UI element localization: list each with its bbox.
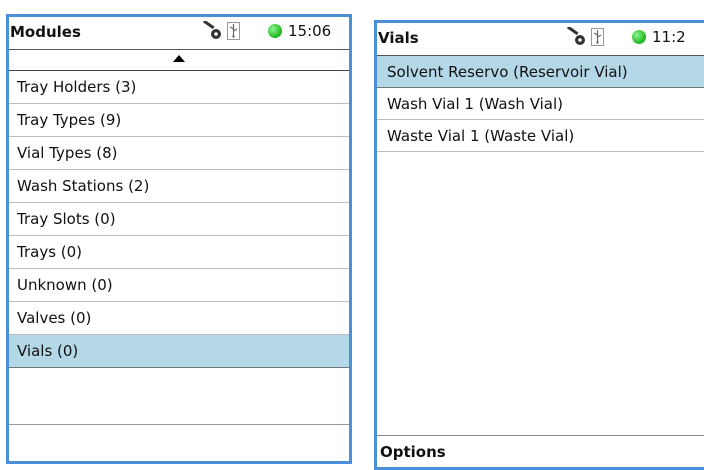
empty-row xyxy=(9,368,349,425)
page-title: Modules xyxy=(10,23,81,41)
page-title: Vials xyxy=(378,29,419,47)
clock: 11:2 xyxy=(652,28,686,46)
modules-list: Tray Holders (3) Tray Types (9) Vial Typ… xyxy=(9,71,349,425)
key-icon xyxy=(202,21,221,39)
status-area: 15:06 xyxy=(201,21,331,41)
list-item[interactable]: Tray Types (9) xyxy=(9,104,349,137)
vials-header: Vials 11:2 xyxy=(377,23,704,56)
list-item[interactable]: Tray Slots (0) xyxy=(9,203,349,236)
list-item-selected[interactable]: Vials (0) xyxy=(9,335,349,368)
usb-icon xyxy=(227,22,240,40)
vials-list: Solvent Reservo (Reservoir Vial) Wash Vi… xyxy=(377,56,704,152)
modules-header: Modules 15:06 xyxy=(9,17,349,50)
list-item-selected[interactable]: Solvent Reservo (Reservoir Vial) xyxy=(377,56,704,88)
vials-panel: Vials 11:2 Solvent Reservo (Reservoir Vi… xyxy=(374,20,704,470)
status-area: 11:2 xyxy=(565,27,686,47)
status-led-icon xyxy=(268,24,282,38)
modules-panel: Modules 15:06 Tray Holders (3) Tray Type… xyxy=(6,14,352,464)
key-icon xyxy=(566,27,585,45)
options-label: Options xyxy=(380,443,446,461)
list-item[interactable]: Trays (0) xyxy=(9,236,349,269)
list-item[interactable]: Waste Vial 1 (Waste Vial) xyxy=(377,120,704,152)
scroll-up-arrow-icon xyxy=(173,55,185,62)
status-led-icon xyxy=(632,30,646,44)
list-item[interactable]: Unknown (0) xyxy=(9,269,349,302)
scroll-up-button[interactable] xyxy=(9,50,349,71)
list-item[interactable]: Vial Types (8) xyxy=(9,137,349,170)
clock: 15:06 xyxy=(288,22,332,40)
options-softkey[interactable]: Options xyxy=(377,435,704,467)
list-item[interactable]: Valves (0) xyxy=(9,302,349,335)
usb-icon xyxy=(591,28,604,46)
list-item[interactable]: Wash Stations (2) xyxy=(9,170,349,203)
list-item[interactable]: Wash Vial 1 (Wash Vial) xyxy=(377,88,704,120)
list-item[interactable]: Tray Holders (3) xyxy=(9,71,349,104)
